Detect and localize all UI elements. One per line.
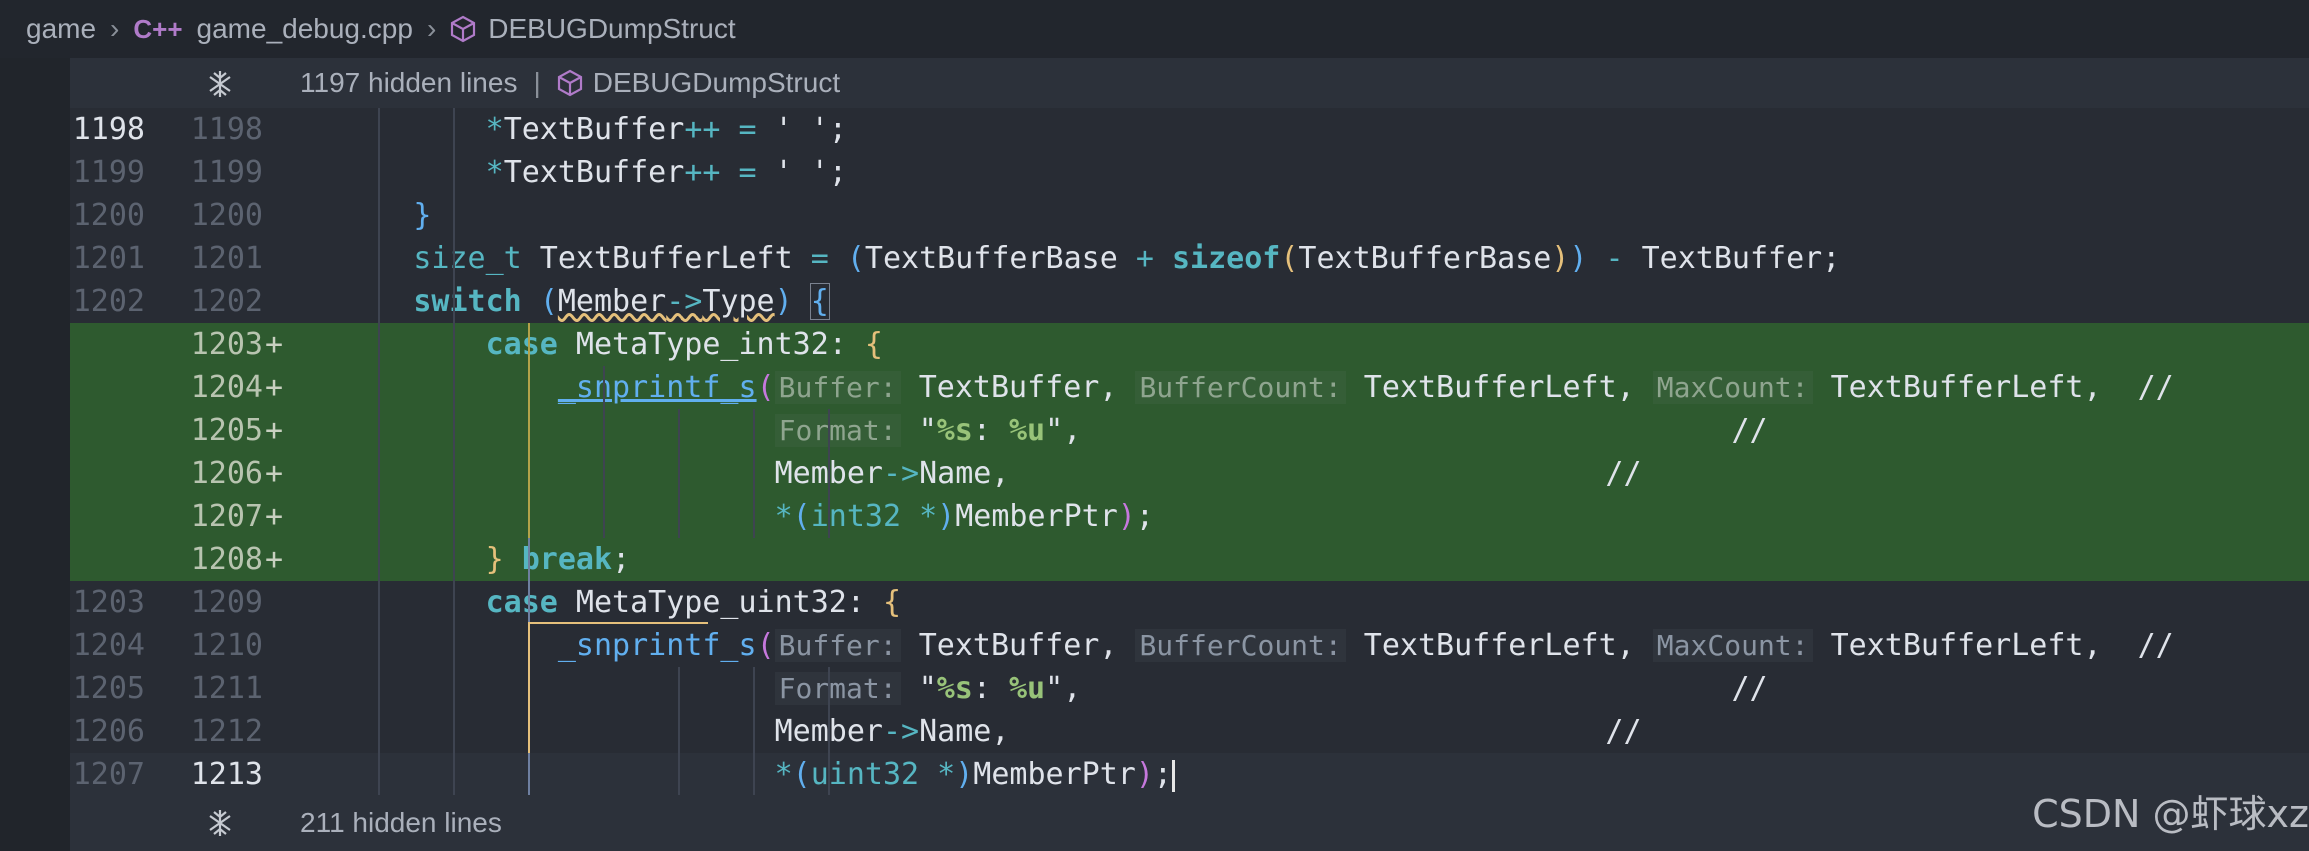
old-line-number: 1202 — [72, 284, 145, 319]
new-line-number: 1198 — [190, 112, 263, 147]
old-line-number: 1207 — [72, 757, 145, 792]
bracket-scope-guide — [528, 323, 530, 538]
cpp-file-icon: C++ — [133, 13, 183, 44]
code-line[interactable]: 1204 1210 _snprintf_s(Buffer: TextBuffer… — [70, 624, 2309, 667]
code-text: } — [413, 198, 432, 233]
new-line-number: 1206 — [190, 456, 263, 491]
indent-guide — [828, 409, 830, 538]
added-line-marker: + — [265, 456, 284, 491]
added-line-marker: + — [265, 327, 284, 362]
code-text: *(uint32 *)MemberPtr); — [305, 753, 1175, 795]
code-line[interactable]: 1199 1199 *TextBuffer++ = ' '; — [70, 151, 2309, 194]
added-line-marker: + — [265, 413, 284, 448]
code-text: Format: "%s: %u", // — [305, 409, 1768, 452]
code-text: case MetaType_int32: { — [485, 327, 883, 362]
code-line[interactable]: 1200 1200 } — [70, 194, 2309, 237]
code-text: Member->Name, // — [305, 456, 1642, 491]
indent-guide — [678, 667, 680, 795]
old-line-number: 1203 — [72, 585, 145, 620]
code-text: switch (Member->Type) { — [413, 283, 830, 320]
code-line[interactable]: 1202 1202 switch (Member->Type) { — [70, 280, 2309, 323]
breadcrumb-file[interactable]: game_debug.cpp — [197, 13, 413, 45]
code-line[interactable]: 1203 1209 case MetaType_uint32: { — [70, 581, 2309, 624]
indent-guide — [453, 108, 455, 795]
new-line-number: 1203 — [190, 327, 263, 362]
code-text: *TextBuffer++ = ' '; — [485, 112, 847, 147]
bracket-scope-guide — [528, 622, 530, 753]
code-text: Format: "%s: %u", // — [305, 667, 1768, 710]
code-line[interactable]: 1198 1198 *TextBuffer++ = ' '; — [70, 108, 2309, 151]
new-line-number: 1205 — [190, 413, 263, 448]
new-line-number: 1201 — [190, 241, 263, 276]
hidden-lines-count: 1197 hidden lines — [300, 67, 518, 98]
indent-guide — [753, 409, 755, 538]
code-text: Member->Name, // — [305, 714, 1642, 749]
old-line-number: 1205 — [72, 671, 145, 706]
code-text: _snprintf_s(Buffer: TextBuffer, BufferCo… — [557, 628, 2174, 663]
code-line-current[interactable]: 1207 1213 *(uint32 *)MemberPtr); — [70, 753, 2309, 795]
breadcrumb: game › C++ game_debug.cpp › DEBUGDumpStr… — [0, 0, 2309, 58]
old-line-number: 1199 — [72, 155, 145, 190]
hidden-lines-count: 211 hidden lines — [300, 807, 502, 838]
code-line-added[interactable]: 1206 + Member->Name, // — [70, 452, 2309, 495]
code-line-added[interactable]: 1205 + Format: "%s: %u", // — [70, 409, 2309, 452]
new-line-number: 1199 — [190, 155, 263, 190]
new-line-number: 1204 — [190, 370, 263, 405]
chevron-right-icon: › — [110, 13, 120, 44]
new-line-number: 1202 — [190, 284, 263, 319]
new-line-number: 1211 — [190, 671, 263, 706]
added-line-marker: + — [265, 499, 284, 534]
hidden-lines-symbol: DEBUGDumpStruct — [592, 67, 841, 98]
old-line-number: 1206 — [72, 714, 145, 749]
symbol-method-icon — [450, 15, 476, 43]
new-line-number: 1209 — [190, 585, 263, 620]
hidden-lines-bar-bottom[interactable]: 211 hidden lines — [70, 795, 2309, 851]
code-text: _snprintf_s(Buffer: TextBuffer, BufferCo… — [557, 370, 2174, 405]
old-line-number: 1201 — [72, 241, 145, 276]
indent-guide — [753, 667, 755, 795]
chevron-right-icon: › — [426, 13, 437, 44]
added-line-marker: + — [265, 542, 284, 577]
old-line-number: 1204 — [72, 628, 145, 663]
indent-guide — [378, 108, 380, 795]
code-text: *(int32 *)MemberPtr); — [774, 499, 1154, 534]
breadcrumb-folder[interactable]: game — [26, 13, 96, 45]
symbol-method-icon — [557, 69, 583, 97]
added-line-marker: + — [265, 370, 284, 405]
code-line-added[interactable]: 1208 + } break; — [70, 538, 2309, 581]
new-line-number: 1200 — [190, 198, 263, 233]
separator: | — [533, 67, 541, 98]
code-line[interactable]: 1201 1201 size_t TextBufferLeft = (TextB… — [70, 237, 2309, 280]
code-text: size_t TextBufferLeft = (TextBufferBase … — [413, 241, 1841, 276]
code-text: } break; — [485, 542, 631, 577]
code-line-added[interactable]: 1203 + case MetaType_int32: { — [70, 323, 2309, 366]
old-line-number: 1200 — [72, 198, 145, 233]
diff-editor[interactable]: 1198 1198 *TextBuffer++ = ' '; 1199 1199… — [70, 108, 2309, 795]
new-line-number: 1207 — [190, 499, 263, 534]
code-text: *TextBuffer++ = ' '; — [485, 155, 847, 190]
code-line[interactable]: 1205 1211 Format: "%s: %u", // — [70, 667, 2309, 710]
old-line-number: 1198 — [72, 112, 145, 147]
code-line-added[interactable]: 1204 + _snprintf_s(Buffer: TextBuffer, B… — [70, 366, 2309, 409]
new-line-number: 1212 — [190, 714, 263, 749]
new-line-number: 1208 — [190, 542, 263, 577]
indent-guide — [678, 409, 680, 538]
text-cursor — [1171, 759, 1175, 792]
code-line[interactable]: 1206 1212 Member->Name, // — [70, 710, 2309, 753]
hidden-lines-bar-top[interactable]: 1197 hidden lines | DEBUGDumpStruct — [70, 58, 2309, 108]
indent-guide — [828, 667, 830, 795]
bracket-scope-guide — [528, 622, 708, 624]
code-text: case MetaType_uint32: { — [485, 585, 902, 620]
new-line-number: 1210 — [190, 628, 263, 663]
unfold-icon[interactable] — [205, 69, 235, 106]
breadcrumb-symbol[interactable]: DEBUGDumpStruct — [488, 13, 735, 45]
new-line-number: 1213 — [190, 757, 263, 792]
unfold-icon[interactable] — [205, 808, 235, 845]
watermark: CSDN @虾球xz — [2032, 792, 2309, 836]
code-line-added[interactable]: 1207 + *(int32 *)MemberPtr); — [70, 495, 2309, 538]
indent-guide — [603, 366, 605, 538]
